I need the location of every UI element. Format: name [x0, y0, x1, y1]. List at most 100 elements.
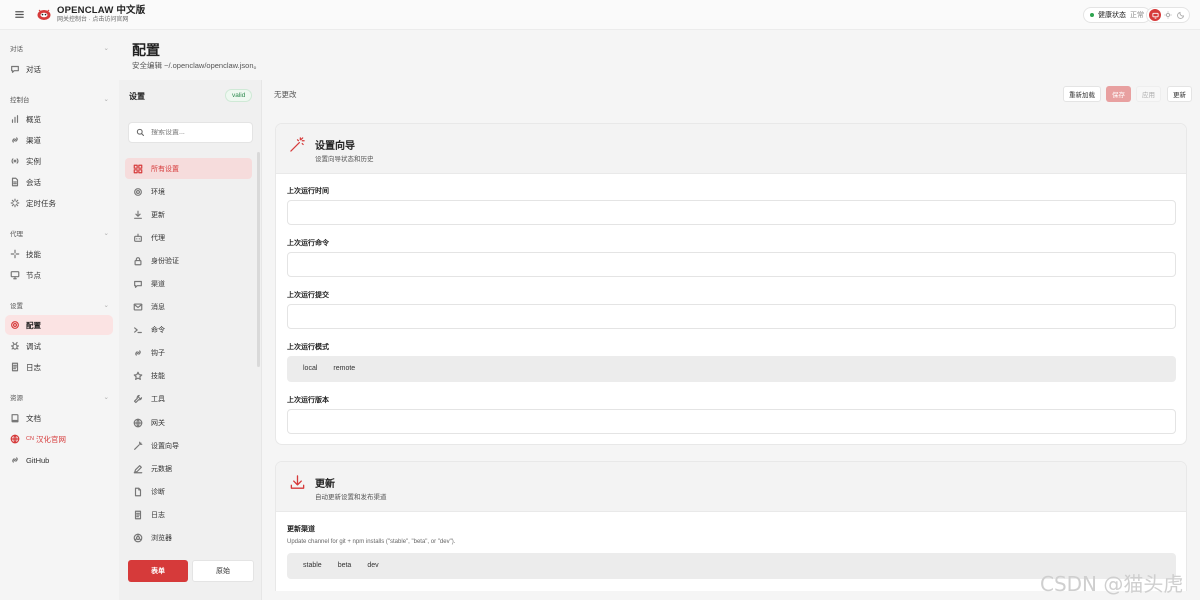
robot-icon [134, 233, 142, 242]
link-icon [12, 137, 18, 143]
settings-item-commands[interactable]: 命令 [125, 320, 252, 341]
sidebar-item-config[interactable]: 配置 [5, 315, 113, 335]
sidebar-item-debug[interactable]: 调试 [5, 336, 113, 356]
channel-option-dev[interactable]: dev [359, 556, 386, 576]
nav-section-label: 资源 [10, 395, 23, 402]
magic-wand-icon [134, 441, 143, 450]
sidebar-item-instances[interactable]: 实例 [5, 151, 113, 171]
theme-system-icon[interactable] [1149, 9, 1162, 21]
last-run-command-input[interactable] [287, 252, 1176, 277]
settings-item-label: 诊断 [151, 488, 165, 496]
search-input[interactable] [151, 129, 251, 136]
channel-option-stable[interactable]: stable [295, 556, 330, 576]
sidebar-item-skills[interactable]: 技能 [5, 244, 113, 264]
form-mode-button[interactable]: 表单 [128, 560, 188, 582]
radio-icon [11, 158, 19, 164]
sidebar-item-sessions[interactable]: 会话 [5, 172, 113, 192]
sidebar-item-channels[interactable]: 渠道 [5, 130, 113, 150]
settings-search [128, 122, 253, 143]
settings-item-metadata[interactable]: 元数据 [125, 458, 252, 479]
settings-item-channels[interactable]: 渠道 [125, 273, 252, 294]
app-title: OPENCLAW 中文版 [57, 5, 146, 16]
sidebar-item-label: 节点 [26, 270, 41, 280]
field-label: 上次运行版本 [287, 397, 329, 404]
settings-item-label: 环境 [151, 188, 165, 196]
grid-icon [133, 164, 143, 173]
menu-icon[interactable] [14, 9, 25, 20]
mode-option-local[interactable]: local [295, 359, 325, 379]
settings-item-all[interactable]: 所有设置 [125, 158, 252, 179]
settings-item-env[interactable]: 环境 [125, 181, 252, 202]
settings-item-label: 元数据 [151, 465, 172, 473]
lobster-logo-icon[interactable] [36, 7, 52, 23]
nav-section-chat[interactable]: 对话 ⌄ [10, 43, 109, 53]
settings-item-browser[interactable]: 浏览器 [125, 528, 252, 549]
sidebar-item-cron[interactable]: 定时任务 [5, 193, 113, 213]
settings-item-label: 身份验证 [151, 257, 179, 265]
settings-item-gateway[interactable]: 网关 [125, 412, 252, 433]
field-help: Update channel for git + npm installs ("… [287, 539, 456, 545]
sun-icon[interactable] [1162, 9, 1174, 21]
settings-item-agent[interactable]: 代理 [125, 227, 252, 248]
sidebar-item-label: 日志 [26, 362, 41, 372]
wizard-card-subtitle: 设置向导状态和历史 [315, 156, 374, 163]
update-button[interactable]: 更新 [1167, 86, 1192, 102]
nav-section-resources[interactable]: 资源 ⌄ [10, 392, 109, 402]
sidebar-item-label: 定时任务 [26, 198, 56, 208]
sidebar-item-nodes[interactable]: 节点 [5, 265, 113, 285]
settings-item-hooks[interactable]: 钩子 [125, 343, 252, 364]
settings-item-tools[interactable]: 工具 [125, 389, 252, 410]
sidebar-item-cn-site[interactable]: CN 汉化官网 [5, 429, 113, 449]
nav-section-agents[interactable]: 代理 ⌄ [10, 228, 109, 238]
settings-item-auth[interactable]: 身份验证 [125, 250, 252, 271]
settings-item-label: 代理 [151, 234, 165, 242]
pen-icon [133, 464, 143, 474]
sidebar-item-label: 渠道 [26, 135, 41, 145]
apply-button[interactable]: 应用 [1136, 86, 1161, 102]
reload-button[interactable]: 重新加载 [1063, 86, 1101, 102]
channel-option-beta[interactable]: beta [330, 556, 360, 576]
health-status-badge: 健康状态 正常 [1083, 7, 1151, 23]
sidebar-item-overview[interactable]: 概览 [5, 109, 113, 129]
sidebar-item-chat[interactable]: 对话 [5, 59, 113, 79]
raw-mode-button[interactable]: 原始 [192, 560, 254, 582]
wizard-card-header: 设置向导 设置向导状态和历史 [276, 124, 1186, 174]
settings-item-wizard[interactable]: 设置向导 [125, 435, 252, 456]
moon-icon[interactable] [1175, 9, 1187, 21]
settings-item-messages[interactable]: 消息 [125, 297, 252, 318]
file-icon [134, 487, 142, 497]
last-run-version-input[interactable] [287, 409, 1176, 434]
download-icon [134, 210, 142, 219]
settings-item-update[interactable]: 更新 [125, 204, 252, 225]
sidebar-item-label: 调试 [26, 341, 41, 351]
last-run-commit-input[interactable] [287, 304, 1176, 329]
sidebar-nav: 对话 ⌄ 对话 控制台 ⌄ 概览 渠道 实例 会话 定时任务 代理 ⌄ 技能 节点 设… [0, 31, 119, 600]
sidebar-item-logs[interactable]: 日志 [5, 357, 113, 377]
top-bar: OPENCLAW 中文版 网关控制台 · 点击访问官网 健康状态 正常 [0, 0, 1200, 30]
sidebar-item-github[interactable]: GitHub [5, 450, 113, 470]
brand[interactable]: OPENCLAW 中文版 网关控制台 · 点击访问官网 [57, 6, 145, 24]
app-subtitle: 网关控制台 · 点击访问官网 [57, 17, 129, 23]
settings-item-logs[interactable]: 日志 [125, 504, 252, 525]
update-card-title: 更新 [315, 479, 335, 490]
mail-icon [133, 303, 143, 311]
settings-scrollbar[interactable] [257, 152, 260, 367]
terminal-icon [134, 327, 142, 334]
settings-item-skills[interactable]: 技能 [125, 366, 252, 387]
nav-section-settings[interactable]: 设置 ⌄ [10, 300, 109, 310]
save-button[interactable]: 保存 [1106, 86, 1131, 102]
settings-item-diagnostics[interactable]: 诊断 [125, 481, 252, 502]
mode-option-remote[interactable]: remote [325, 359, 363, 379]
sparkle-icon [10, 249, 20, 259]
star-icon [133, 372, 143, 381]
loader-icon [10, 198, 20, 208]
monitor-icon [10, 271, 20, 280]
settings-item-label: 网关 [151, 419, 165, 427]
last-run-time-input[interactable] [287, 200, 1176, 225]
settings-item-label: 钩子 [151, 350, 165, 358]
nav-section-console[interactable]: 控制台 ⌄ [10, 94, 109, 104]
update-card-subtitle: 自动更新设置和发布渠道 [315, 494, 387, 501]
sidebar-item-docs[interactable]: 文档 [5, 408, 113, 428]
chevron-down-icon: ⌄ [103, 230, 109, 237]
bug-icon [10, 341, 20, 350]
